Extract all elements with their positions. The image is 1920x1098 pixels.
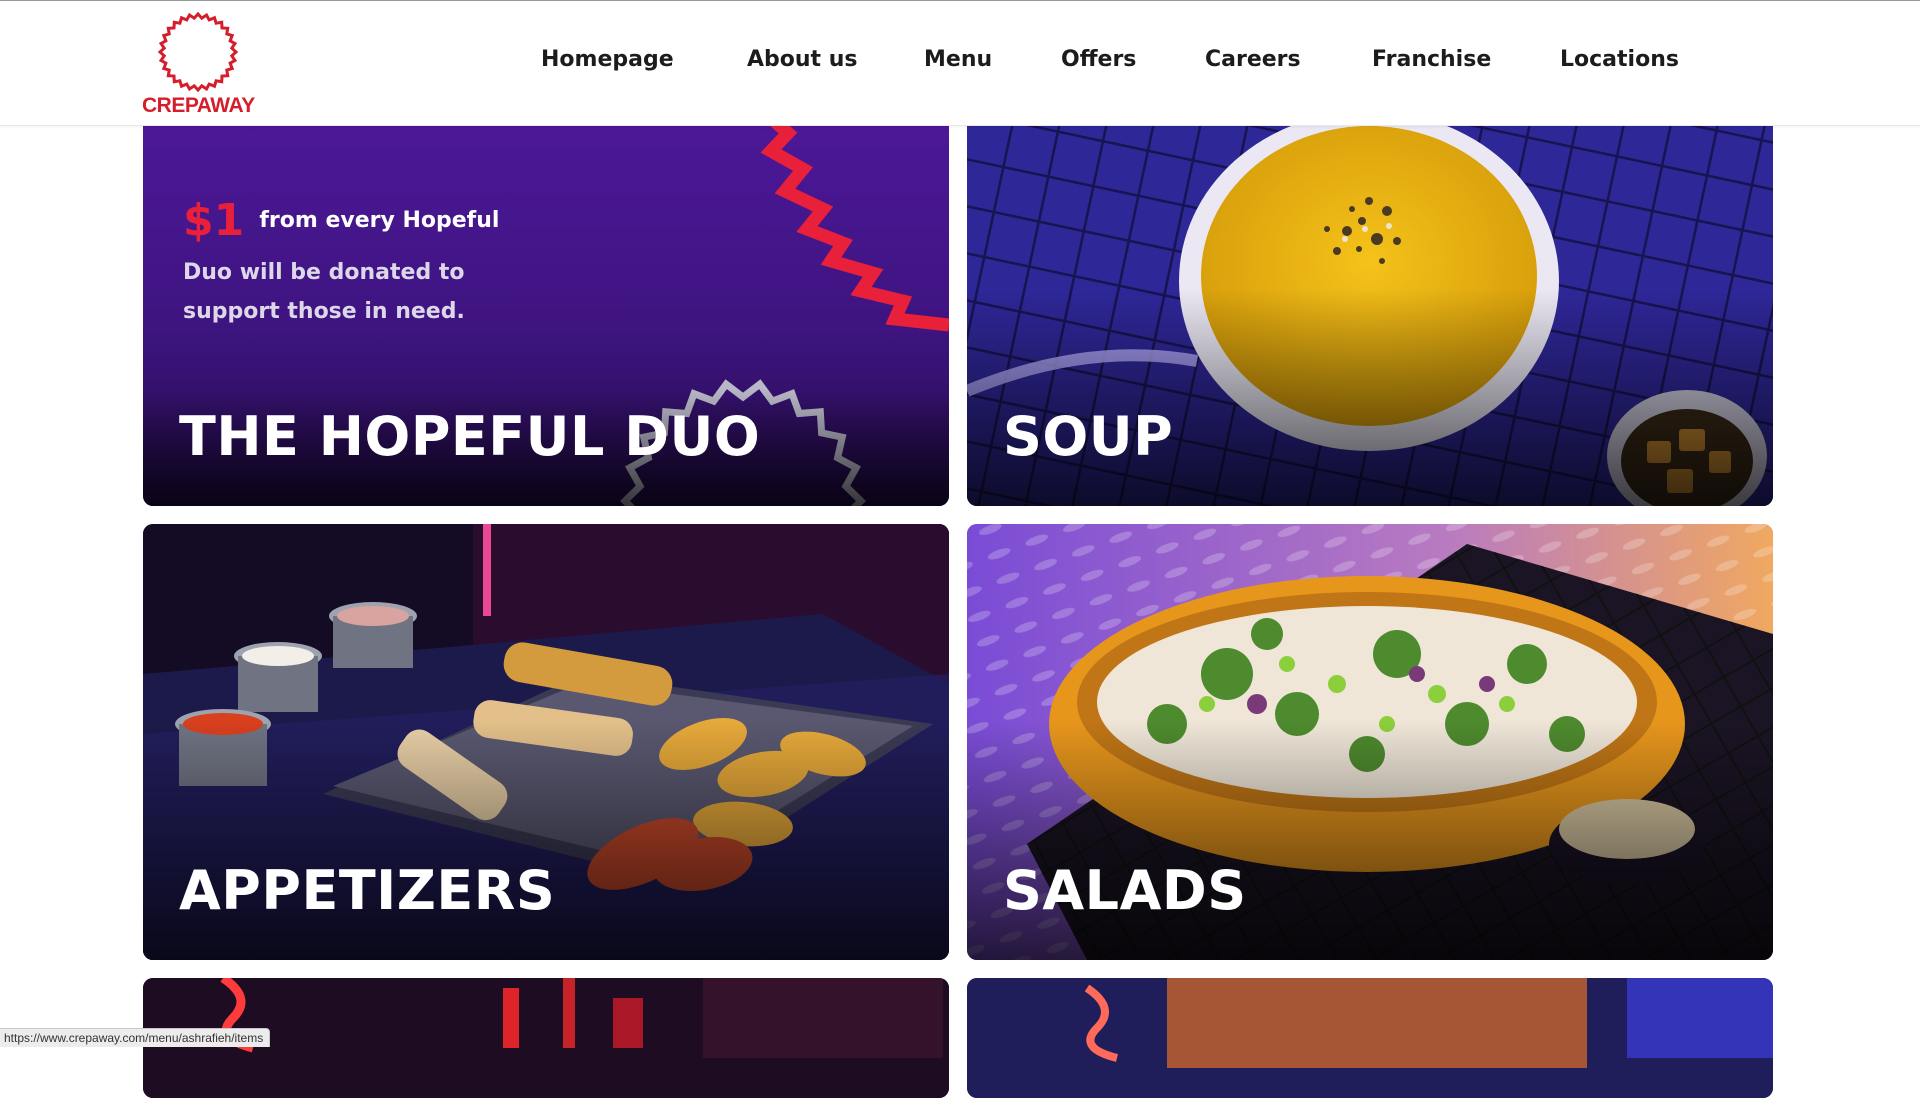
card-shade: [967, 720, 1773, 960]
site-header: CREPAWAY Homepage About us Menu Offers C…: [0, 1, 1920, 126]
category-card-partial-right[interactable]: [967, 978, 1773, 1098]
nav-franchise[interactable]: Franchise: [1372, 47, 1491, 72]
category-title-appetizers: APPETIZERS: [179, 859, 556, 922]
nav-offers[interactable]: Offers: [1061, 47, 1136, 72]
category-title-hopeful-duo: THE HOPEFUL DUO: [179, 405, 761, 468]
crepaway-logo[interactable]: CREPAWAY: [142, 11, 255, 119]
nav-careers[interactable]: Careers: [1205, 47, 1301, 72]
card-shade: [967, 288, 1773, 506]
nav-homepage[interactable]: Homepage: [541, 47, 674, 72]
category-card-soup[interactable]: SOUP: [967, 111, 1773, 506]
promo-line-1: from every Hopeful: [259, 208, 500, 233]
nav-about-us[interactable]: About us: [747, 47, 857, 72]
nav-locations[interactable]: Locations: [1560, 47, 1679, 72]
nav-menu[interactable]: Menu: [924, 47, 992, 72]
category-card-salads[interactable]: SALADS: [967, 524, 1773, 960]
category-title-soup: SOUP: [1003, 405, 1174, 468]
category-card-appetizers[interactable]: APPETIZERS: [143, 524, 949, 960]
partial-card-photo-right: [967, 978, 1773, 1098]
promo-line-3: support those in need.: [183, 299, 465, 324]
donation-promo: $1 from every Hopeful Duo will be donate…: [183, 195, 499, 324]
card-shade: [143, 720, 949, 960]
category-title-salads: SALADS: [1003, 859, 1247, 922]
sawtooth-seal-icon: [157, 11, 239, 93]
promo-line-2: Duo will be donated to: [183, 260, 465, 285]
donation-amount: $1: [183, 195, 245, 246]
category-card-hopeful-duo[interactable]: $1 from every Hopeful Duo will be donate…: [143, 111, 949, 506]
browser-status-bar-url: https://www.crepaway.com/menu/ashrafieh/…: [0, 1028, 271, 1047]
brand-name: CREPAWAY: [142, 94, 255, 117]
